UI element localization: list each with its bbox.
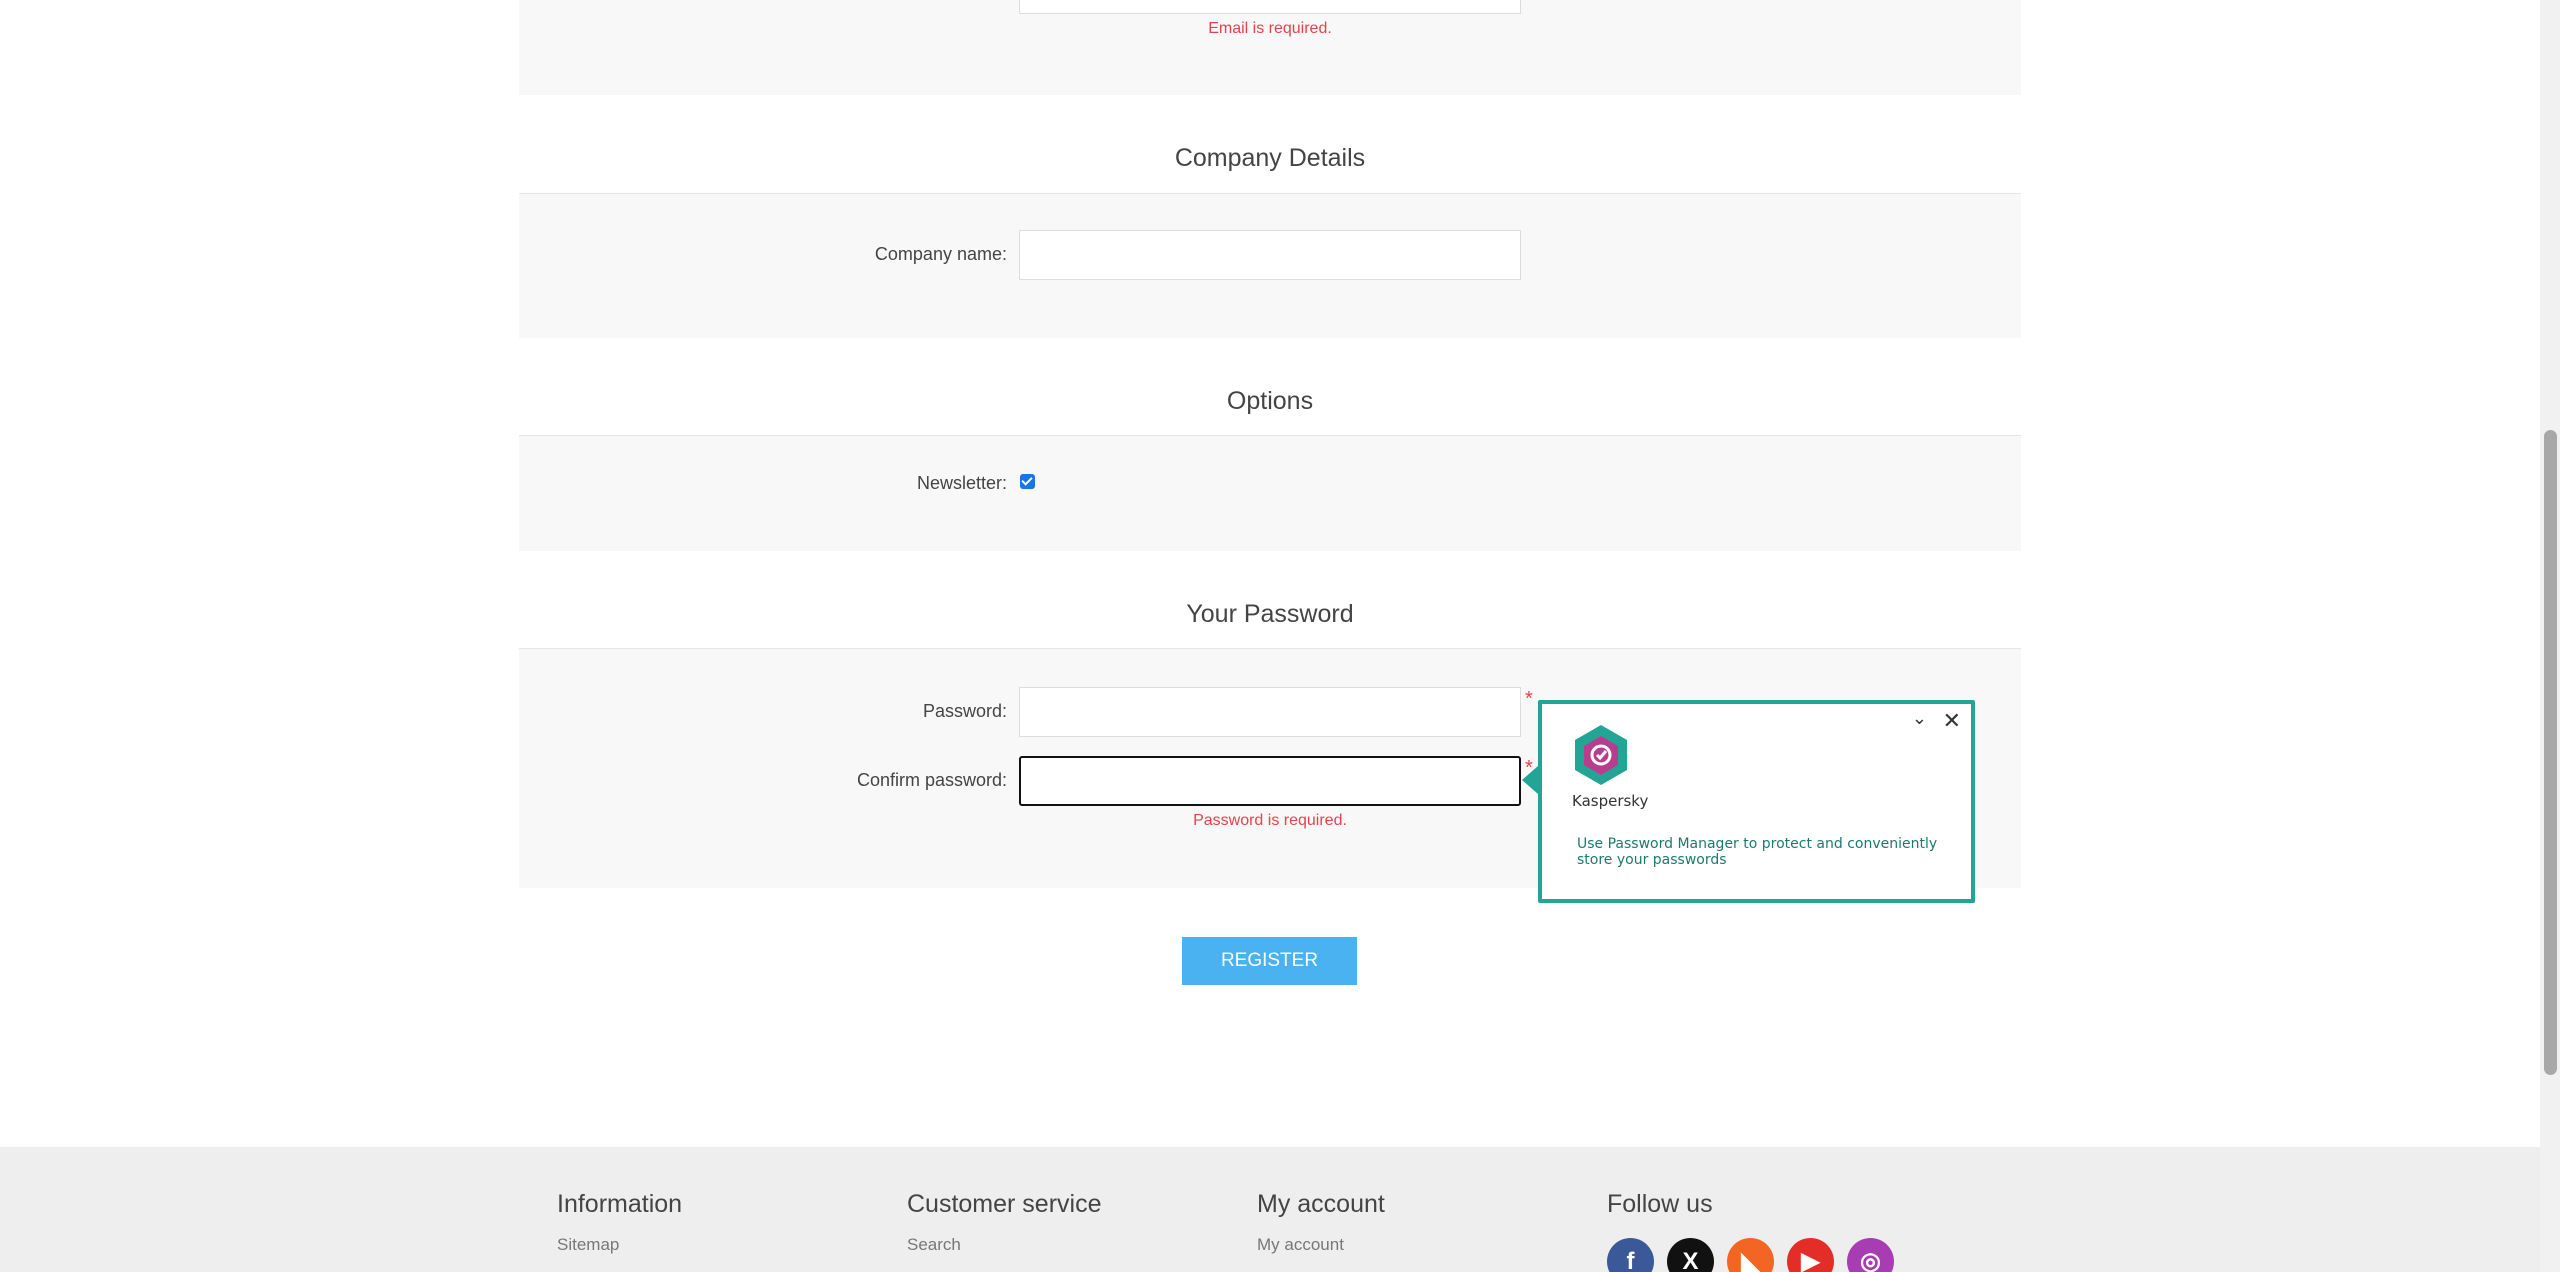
footer-my-account: My account My account xyxy=(1257,1190,1385,1255)
options-title: Options xyxy=(1226,387,1314,415)
newsletter-label: Newsletter: xyxy=(916,473,1007,493)
password-label: Password: xyxy=(922,701,1007,721)
popup-pointer xyxy=(1522,766,1538,794)
footer-my-account-title: My account xyxy=(1257,1190,1385,1218)
close-icon[interactable]: ✕ xyxy=(1943,708,1961,734)
footer-customer-service: Customer service Search xyxy=(907,1190,1102,1255)
company-details-title: Company Details xyxy=(1174,144,1366,172)
footer-information-title: Information xyxy=(557,1190,683,1218)
newsletter-checkbox[interactable] xyxy=(1020,474,1035,489)
company-name-label: Company name: xyxy=(874,244,1007,264)
kaspersky-shield-icon xyxy=(1575,725,1627,785)
your-password-title: Your Password xyxy=(1186,600,1354,628)
footer-follow-us: Follow us xyxy=(1607,1190,1713,1219)
confirm-password-input[interactable] xyxy=(1019,756,1521,806)
chevron-down-icon[interactable]: ⌄ xyxy=(1912,708,1927,729)
scrollbar-thumb[interactable] xyxy=(2544,430,2557,1075)
confirm-password-label: Confirm password: xyxy=(856,770,1007,790)
kaspersky-message[interactable]: Use Password Manager to protect and conv… xyxy=(1577,836,1957,868)
email-error: Email is required. xyxy=(1208,20,1332,37)
company-name-input[interactable] xyxy=(1019,230,1521,280)
footer-information: Information Sitemap xyxy=(557,1190,682,1255)
required-marker: * xyxy=(1525,688,1533,710)
register-button[interactable]: Register xyxy=(1182,937,1357,985)
scrollbar[interactable] xyxy=(2540,0,2560,1272)
kaspersky-password-popup: Kaspersky Use Password Manager to protec… xyxy=(1538,700,1975,903)
email-section xyxy=(519,0,2021,95)
password-error: Password is required. xyxy=(1193,812,1347,829)
email-input[interactable] xyxy=(1019,0,1521,14)
footer-customer-service-title: Customer service xyxy=(907,1190,1102,1218)
footer-link-my-account[interactable]: My account xyxy=(1257,1235,1385,1255)
registration-page: Email is required. Company Details Compa… xyxy=(0,0,2560,1272)
footer-link-sitemap[interactable]: Sitemap xyxy=(557,1235,682,1255)
footer-link-search[interactable]: Search xyxy=(907,1235,1102,1255)
password-input[interactable] xyxy=(1019,687,1521,737)
footer-follow-us-title: Follow us xyxy=(1607,1190,1713,1218)
kaspersky-name: Kaspersky xyxy=(1572,792,1649,810)
